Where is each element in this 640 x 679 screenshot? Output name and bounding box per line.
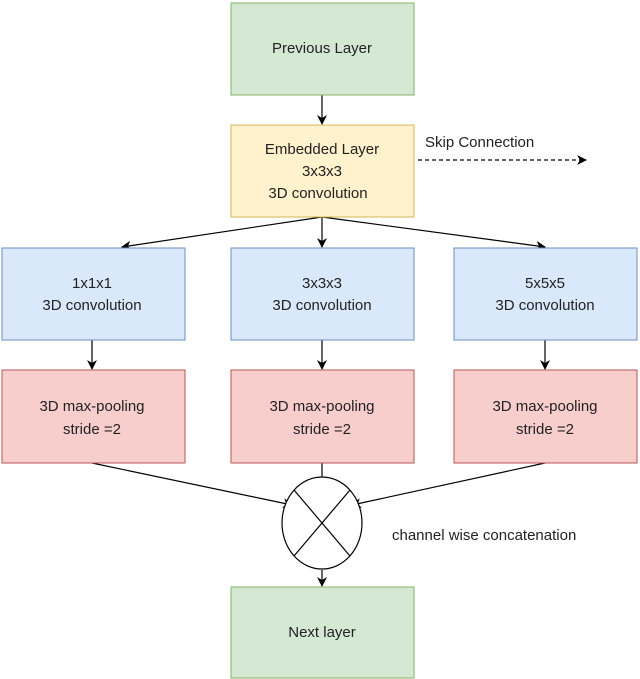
node-label: 3D convolution xyxy=(42,297,141,314)
node-label: stride =2 xyxy=(293,421,351,438)
node-label: Next layer xyxy=(288,624,356,641)
node-label: Embedded Layer xyxy=(265,141,379,158)
node-label: Previous Layer xyxy=(272,40,372,57)
edge-embedded-conv1 xyxy=(121,216,323,251)
node-label: stride =2 xyxy=(516,421,574,438)
node-label: 3D max-pooling xyxy=(492,398,597,415)
concatenation-label: channel wise concatenation xyxy=(392,527,576,544)
node-conv-3x3x3: 3x3x3 3D convolution xyxy=(230,247,415,341)
concatenation-operator-icon xyxy=(281,476,363,570)
node-label: 3D convolution xyxy=(272,297,371,314)
edge-pool3-concat xyxy=(351,462,546,508)
node-label: 3D convolution xyxy=(268,185,367,202)
network-diagram: Previous Layer Embedded Layer 3x3x3 3D c… xyxy=(1,2,638,679)
node-label: 3D max-pooling xyxy=(269,398,374,415)
node-conv-5x5x5: 5x5x5 3D convolution xyxy=(453,247,638,341)
node-maxpool-3: 3D max-pooling stride =2 xyxy=(453,369,638,464)
node-label: 3x3x3 xyxy=(302,275,342,292)
skip-connection-label: Skip Connection xyxy=(425,134,534,151)
node-previous-layer: Previous Layer xyxy=(230,2,415,96)
node-label: 3D max-pooling xyxy=(39,398,144,415)
node-next-layer: Next layer xyxy=(230,586,415,679)
edge-embedded-conv5 xyxy=(321,216,546,251)
node-label: 3D convolution xyxy=(495,297,594,314)
node-label: stride =2 xyxy=(63,421,121,438)
node-maxpool-1: 3D max-pooling stride =2 xyxy=(1,369,186,464)
node-maxpool-2: 3D max-pooling stride =2 xyxy=(230,369,415,464)
node-conv-1x1x1: 1x1x1 3D convolution xyxy=(1,247,186,341)
node-label: 5x5x5 xyxy=(525,275,565,292)
node-embedded-layer: Embedded Layer 3x3x3 3D convolution xyxy=(230,124,415,218)
node-label: 3x3x3 xyxy=(302,163,342,180)
edge-pool1-concat xyxy=(91,462,293,509)
node-label: 1x1x1 xyxy=(72,275,112,292)
